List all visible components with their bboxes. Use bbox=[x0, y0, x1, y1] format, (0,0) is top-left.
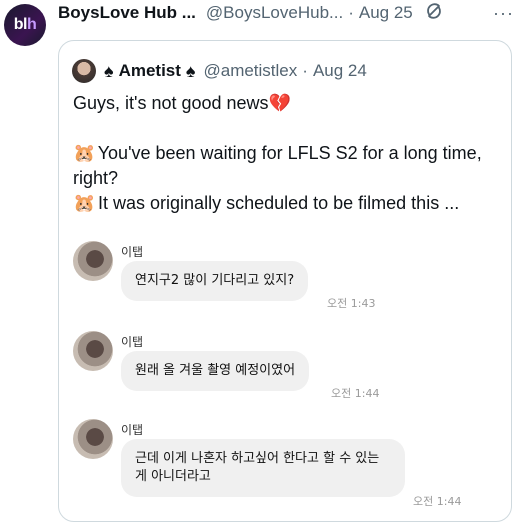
sender-avatar bbox=[73, 241, 113, 281]
sender-name: 이탭 bbox=[121, 423, 144, 437]
quoted-line-1: Guys, it's not good news💔 bbox=[73, 91, 503, 116]
spade-icon: ♠ bbox=[104, 60, 114, 81]
quoted-author-avatar[interactable] bbox=[72, 59, 96, 83]
sender-name: 이탭 bbox=[121, 335, 144, 349]
separator-dot: · bbox=[302, 61, 308, 80]
hamster-icon: 🐹 bbox=[73, 143, 96, 163]
grok-icon[interactable] bbox=[424, 1, 444, 26]
chat-message: 이탭 근데 이게 나혼자 하고싶어 한다고 할 수 있는 게 아니더라고 오전 … bbox=[73, 419, 503, 509]
message-bubble: 연지구2 많이 기다리고 있지? bbox=[121, 261, 309, 301]
message-bubble: 근데 이게 나혼자 하고싶어 한다고 할 수 있는 게 아니더라고 bbox=[121, 439, 405, 497]
more-options-icon[interactable]: ··· bbox=[493, 3, 514, 24]
hamster-icon: 🐹 bbox=[73, 193, 96, 213]
avatar-logo-text: bl bbox=[13, 16, 28, 33]
quoted-text: Guys, it's not good news💔 🐹 You've been … bbox=[73, 91, 503, 216]
sender-avatar bbox=[73, 419, 113, 459]
message-time: 오전 1:43 bbox=[327, 297, 376, 310]
sender-avatar bbox=[73, 331, 113, 371]
message-bubble: 원래 올 겨울 촬영 예정이였어 bbox=[121, 351, 310, 391]
message-time: 오전 1:44 bbox=[413, 495, 462, 508]
tweet-date[interactable]: Aug 25 bbox=[359, 3, 413, 23]
quoted-line-2: 🐹 You've been waiting for LFLS S2 for a … bbox=[73, 143, 482, 188]
quoted-date[interactable]: Aug 24 bbox=[313, 61, 367, 81]
quoted-header: ♠ Ametist ♠ @ametistlex · Aug 24 bbox=[72, 59, 367, 83]
author-handle[interactable]: @BoysLoveHub... bbox=[206, 3, 343, 23]
spade-icon: ♠ bbox=[185, 60, 196, 81]
quoted-line-3: 🐹 It was originally scheduled to be film… bbox=[73, 191, 503, 216]
tweet-header: BoysLove Hub ... @BoysLoveHub... · Aug 2… bbox=[58, 2, 514, 24]
avatar-logo-text-accent: h bbox=[26, 16, 37, 33]
broken-heart-icon: 💔 bbox=[268, 93, 291, 113]
quoted-tweet[interactable]: ♠ Ametist ♠ @ametistlex · Aug 24 Guys, i… bbox=[58, 40, 512, 522]
chat-message: 이탭 연지구2 많이 기다리고 있지? 오전 1:43 bbox=[73, 241, 503, 311]
author-name[interactable]: BoysLove Hub ... bbox=[58, 3, 196, 23]
message-time: 오전 1:44 bbox=[331, 387, 380, 400]
separator-dot: · bbox=[348, 3, 354, 22]
quoted-author-name[interactable]: Ametist bbox=[119, 61, 181, 81]
chat-message: 이탭 원래 올 겨울 촬영 예정이였어 오전 1:44 bbox=[73, 331, 503, 401]
author-avatar[interactable]: bl h bbox=[4, 4, 46, 46]
quoted-author-handle[interactable]: @ametistlex bbox=[203, 61, 297, 81]
sender-name: 이탭 bbox=[121, 245, 144, 259]
